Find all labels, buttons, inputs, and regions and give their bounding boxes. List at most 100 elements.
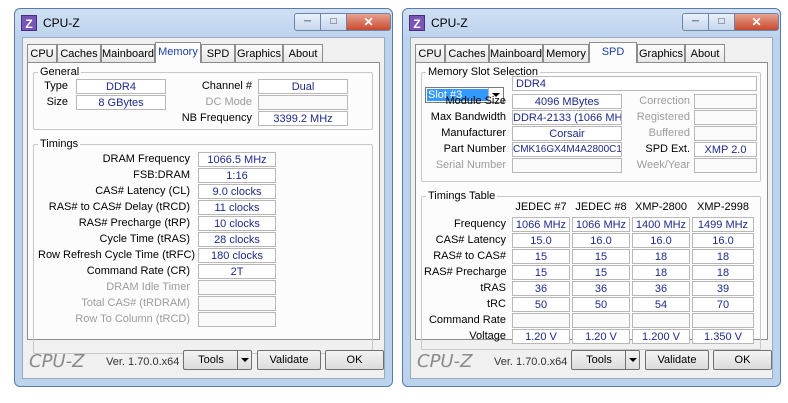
ok-button[interactable]: OK <box>713 350 772 370</box>
table-cell <box>572 313 630 328</box>
table-cell: 15.0 <box>512 233 570 248</box>
table-cell: 50 <box>572 297 630 312</box>
cpuz-brand-logo: CPU-Z <box>417 351 473 372</box>
tab-spd[interactable]: SPD <box>589 42 637 63</box>
registered-value <box>694 110 757 125</box>
size-label: Size <box>46 96 68 108</box>
row-label: CAS# Latency <box>435 234 506 246</box>
tools-dropdown[interactable] <box>237 351 250 369</box>
tools-button[interactable]: Tools <box>183 350 252 370</box>
spd-ext-label: SPD Ext. <box>645 143 690 155</box>
ok-button[interactable]: OK <box>325 350 384 370</box>
correction-value <box>694 94 757 109</box>
tab-graphics[interactable]: Graphics <box>235 44 283 62</box>
footer-bar: CPU-Z Ver. 1.70.0.x64 Tools Validate OK <box>411 344 772 378</box>
row-label: Voltage <box>469 330 506 342</box>
timing-value: 28 clocks <box>198 232 276 247</box>
tab-caches[interactable]: Caches <box>57 44 101 62</box>
tab-cpu[interactable]: CPU <box>27 44 57 62</box>
table-cell: 70 <box>692 297 754 312</box>
serial-number-label: Serial Number <box>435 159 506 171</box>
table-cell: 54 <box>632 297 690 312</box>
table-cell <box>512 313 570 328</box>
timing-label: DRAM Frequency <box>102 153 190 165</box>
row-label: tRC <box>487 298 506 310</box>
maximize-icon: □ <box>718 16 725 27</box>
max-bandwidth-label: Max Bandwidth <box>430 111 506 123</box>
timing-label: CAS# Latency (CL) <box>95 185 190 197</box>
channel-label: Channel # <box>201 80 252 92</box>
window-client: CPU Caches Mainboard Memory SPD Graphics… <box>410 37 773 379</box>
maximize-button[interactable]: □ <box>709 13 735 31</box>
close-button[interactable]: ✕ <box>347 13 391 31</box>
tab-spd[interactable]: SPD <box>201 44 235 62</box>
table-cell: 16.0 <box>692 233 754 248</box>
part-number-label: Part Number <box>443 143 506 155</box>
tab-mainboard[interactable]: Mainboard <box>101 44 155 62</box>
buffered-label: Buffered <box>648 127 690 139</box>
table-cell: 16.0 <box>572 233 630 248</box>
spd-panel: Memory Slot Selection Slot #3 DDR4 Modul… <box>415 62 768 350</box>
table-cell: 1499 MHz <box>692 217 754 232</box>
title-bar[interactable]: Z CPU-Z ─ □ ✕ <box>403 9 780 37</box>
validate-button[interactable]: Validate <box>645 350 709 370</box>
tab-about[interactable]: About <box>283 44 323 62</box>
timing-value: 11 clocks <box>198 200 276 215</box>
minimize-icon: ─ <box>303 16 312 27</box>
tab-mainboard[interactable]: Mainboard <box>489 44 543 62</box>
validate-button[interactable]: Validate <box>257 350 321 370</box>
minimize-button[interactable]: ─ <box>294 13 321 31</box>
spd-ext-value: XMP 2.0 <box>694 142 757 157</box>
column-header: JEDEC #8 <box>575 201 627 213</box>
table-cell: 15 <box>572 249 630 264</box>
chevron-down-icon <box>241 358 249 362</box>
timing-label: RAS# to CAS# Delay (tRCD) <box>48 201 190 213</box>
table-cell: 1.20 V <box>512 329 570 344</box>
table-cell: 15 <box>512 249 570 264</box>
timing-label: Row To Column (tRCD) <box>75 313 190 325</box>
tab-memory[interactable]: Memory <box>543 44 589 62</box>
timing-value: 2T <box>198 264 276 279</box>
table-cell: 18 <box>632 265 690 280</box>
tab-cpu[interactable]: CPU <box>415 44 445 62</box>
table-cell: 15 <box>512 265 570 280</box>
timing-value: 1:16 <box>198 168 276 183</box>
week-year-label: Week/Year <box>636 159 690 171</box>
maximize-button[interactable]: □ <box>321 13 347 31</box>
cpuz-window-spd: Z CPU-Z ─ □ ✕ CPU Caches Mainboard Memor… <box>402 8 781 387</box>
dcmode-value <box>258 95 348 110</box>
tools-button[interactable]: Tools <box>571 350 640 370</box>
row-label: Frequency <box>454 218 506 230</box>
column-header: JEDEC #7 <box>515 201 567 213</box>
close-icon: ✕ <box>751 15 762 29</box>
minimize-button[interactable]: ─ <box>682 13 709 31</box>
part-number-value: CMK16GX4M4A2800C16 <box>512 142 622 157</box>
manufacturer-value: Corsair <box>512 126 622 141</box>
tab-caches[interactable]: Caches <box>445 44 489 62</box>
module-size-label: Module Size <box>445 95 506 107</box>
serial-number-value <box>512 158 622 173</box>
tab-graphics[interactable]: Graphics <box>637 44 685 62</box>
timing-value <box>198 296 276 311</box>
tab-about[interactable]: About <box>685 44 725 62</box>
close-button[interactable]: ✕ <box>735 13 779 31</box>
module-size-value: 4096 MBytes <box>512 94 622 109</box>
timing-label: Row Refresh Cycle Time (tRFC) <box>38 249 196 261</box>
table-cell: 18 <box>692 249 754 264</box>
window-client: CPU Caches Mainboard Memory SPD Graphics… <box>22 37 385 379</box>
timing-label: FSB:DRAM <box>133 169 190 181</box>
timings-legend: Timings <box>40 138 79 150</box>
tab-memory[interactable]: Memory <box>155 42 201 63</box>
column-header: XMP-2800 <box>635 201 687 213</box>
timing-value <box>198 280 276 295</box>
memory-panel: General Type DDR4 Channel # Dual Size 8 … <box>27 62 380 354</box>
title-bar[interactable]: Z CPU-Z ─ □ ✕ <box>15 9 392 37</box>
table-cell <box>632 313 690 328</box>
timing-label: DRAM Idle Timer <box>106 281 190 293</box>
tools-dropdown[interactable] <box>625 351 638 369</box>
timing-value: 1066.5 MHz <box>198 152 276 167</box>
window-title: CPU-Z <box>43 16 80 30</box>
channel-value: Dual <box>258 79 348 94</box>
version-label: Ver. 1.70.0.x64 <box>106 356 180 368</box>
column-header: XMP-2998 <box>697 201 749 213</box>
